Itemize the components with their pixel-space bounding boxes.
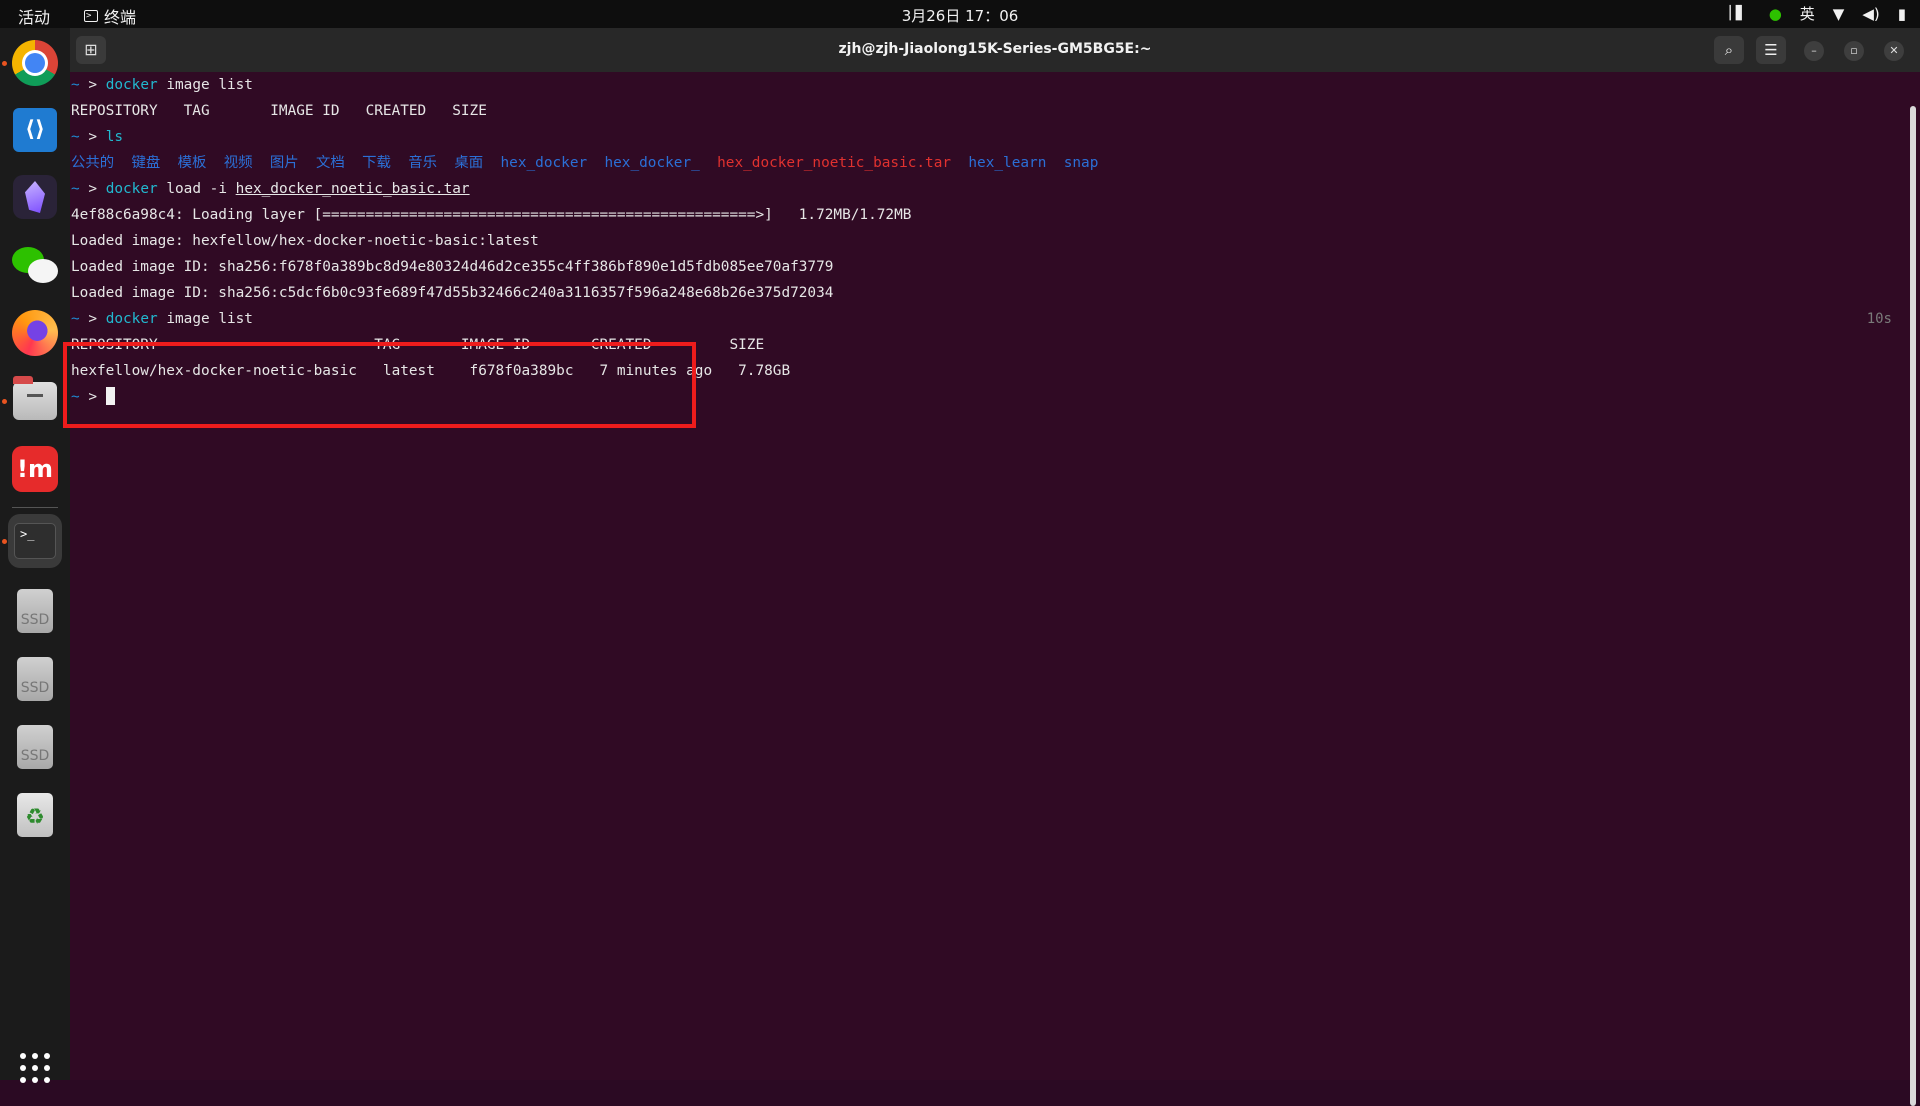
ls-entry: 桌面 <box>454 155 484 171</box>
hamburger-icon: ☰ <box>1764 41 1778 59</box>
dock-ssd-3[interactable]: SSD <box>8 720 62 774</box>
running-indicator <box>2 539 7 544</box>
running-indicator <box>2 61 7 66</box>
dock-trash[interactable]: ♻ <box>8 788 62 842</box>
terminal-icon: > <box>84 10 98 22</box>
dock-vscode[interactable] <box>8 103 62 157</box>
ls-entry: 视频 <box>223 155 253 171</box>
close-icon: ✕ <box>1889 44 1899 57</box>
dock-terminal[interactable]: >_ <box>8 514 62 568</box>
activities-button[interactable]: 活动 <box>18 4 50 28</box>
drive-icon: SSD <box>17 725 53 769</box>
ls-entry: hex_docker_ <box>604 155 700 171</box>
output-line: REPOSITORY TAG IMAGE ID CREATED SIZE <box>71 103 487 119</box>
terminal-output[interactable]: ~ > docker image list REPOSITORY TAG IMA… <box>63 72 1900 1080</box>
wechat-tray-icon[interactable]: ● <box>1769 5 1782 23</box>
ls-entry: hex_learn <box>968 155 1047 171</box>
running-indicator <box>2 399 7 404</box>
show-apps-button[interactable] <box>20 1053 50 1083</box>
clock[interactable]: 3月26日 17：06 <box>0 5 1920 26</box>
dock-ssd-2[interactable]: SSD <box>8 652 62 706</box>
dock-chrome[interactable] <box>8 36 62 90</box>
firefox-icon <box>12 310 58 356</box>
dock-wechat[interactable] <box>8 238 62 292</box>
ls-entry: 图片 <box>269 155 299 171</box>
drive-icon: SSD <box>17 589 53 633</box>
output-line: 4ef88c6a98c4: Loading layer [===========… <box>71 207 912 223</box>
trash-icon: ♻ <box>17 793 53 837</box>
wechat-icon <box>12 245 58 285</box>
ls-entry: 键盘 <box>131 155 161 171</box>
dock-separator <box>12 507 58 508</box>
maximize-button[interactable]: ▫ <box>1844 41 1864 61</box>
output-line: Loaded image ID: sha256:c5dcf6b0c93fe689… <box>71 285 834 301</box>
ls-output-line: 公共的 键盘 模板 视频 图片 文档 下载 音乐 桌面 hex_docker h… <box>71 152 1098 174</box>
prompt-line: ~ > ls <box>71 129 124 145</box>
app-menu-label: 终端 <box>104 8 137 27</box>
highlight-box <box>63 342 696 428</box>
minimize-button[interactable]: – <box>1804 41 1824 61</box>
ls-entry: 音乐 <box>408 155 438 171</box>
ls-entry: 文档 <box>316 155 345 171</box>
drive-icon: SSD <box>17 657 53 701</box>
dock-files[interactable] <box>8 374 62 428</box>
battery-icon[interactable]: ▮ <box>1898 5 1906 23</box>
top-bar: 活动 > 终端 3月26日 17：06 ▕▐▏ ● 英 ▼ ◀) ▮ <box>0 0 1920 28</box>
output-line: Loaded image: hexfellow/hex-docker-noeti… <box>71 233 539 249</box>
dock-ssd-1[interactable]: SSD <box>8 584 62 638</box>
chrome-icon <box>12 40 58 86</box>
ls-entry: hex_docker <box>500 155 588 171</box>
minimize-icon: – <box>1811 44 1817 57</box>
dock-firefox[interactable] <box>8 306 62 360</box>
dock: !m >_ SSD SSD SSD ♻ <box>0 28 70 1083</box>
close-button[interactable]: ✕ <box>1884 41 1904 61</box>
network-stats-icon[interactable]: ▕▐▏ <box>1721 6 1751 21</box>
search-icon: ⌕ <box>1724 41 1734 59</box>
ls-entry: 模板 <box>177 155 207 171</box>
ls-entry: snap <box>1063 155 1099 171</box>
command-duration: 10s <box>1866 311 1892 327</box>
ls-entry: 公共的 <box>71 155 115 171</box>
obsidian-icon <box>13 175 57 219</box>
files-icon <box>13 376 57 420</box>
prompt-line: ~ > docker load -i hex_docker_noetic_bas… <box>71 181 470 197</box>
system-tray: ▕▐▏ ● 英 ▼ ◀) ▮ <box>1721 3 1906 24</box>
mm-icon: !m <box>12 446 58 492</box>
input-method-indicator[interactable]: 英 <box>1800 3 1815 24</box>
output-line: Loaded image ID: sha256:f678f0a389bc8d94… <box>71 259 834 275</box>
terminal-app-icon: >_ <box>14 523 56 559</box>
wifi-icon[interactable]: ▼ <box>1833 5 1845 23</box>
dock-mm[interactable]: !m <box>8 442 62 496</box>
title-bar[interactable]: ⊞ zjh@zjh-Jiaolong15K-Series-GM5BG5E:~ ⌕… <box>70 28 1920 72</box>
ls-archive-entry: hex_docker_noetic_basic.tar <box>717 155 952 171</box>
prompt-line: ~ > docker image list <box>71 77 253 93</box>
menu-button[interactable]: ☰ <box>1756 36 1786 64</box>
dock-obsidian[interactable] <box>8 170 62 224</box>
window-title: zjh@zjh-Jiaolong15K-Series-GM5BG5E:~ <box>838 41 1152 57</box>
new-tab-button[interactable]: ⊞ <box>76 36 106 64</box>
prompt-line: ~ > docker image list <box>71 311 253 327</box>
app-menu[interactable]: > 终端 <box>84 4 136 28</box>
vscode-icon <box>13 108 57 152</box>
restore-icon: ▫ <box>1850 44 1858 57</box>
volume-icon[interactable]: ◀) <box>1862 5 1879 23</box>
scrollbar[interactable] <box>1910 106 1916 1106</box>
ls-entry: 下载 <box>362 155 391 171</box>
search-button[interactable]: ⌕ <box>1714 36 1744 64</box>
terminal-window: ⊞ zjh@zjh-Jiaolong15K-Series-GM5BG5E:~ ⌕… <box>63 28 1920 1106</box>
